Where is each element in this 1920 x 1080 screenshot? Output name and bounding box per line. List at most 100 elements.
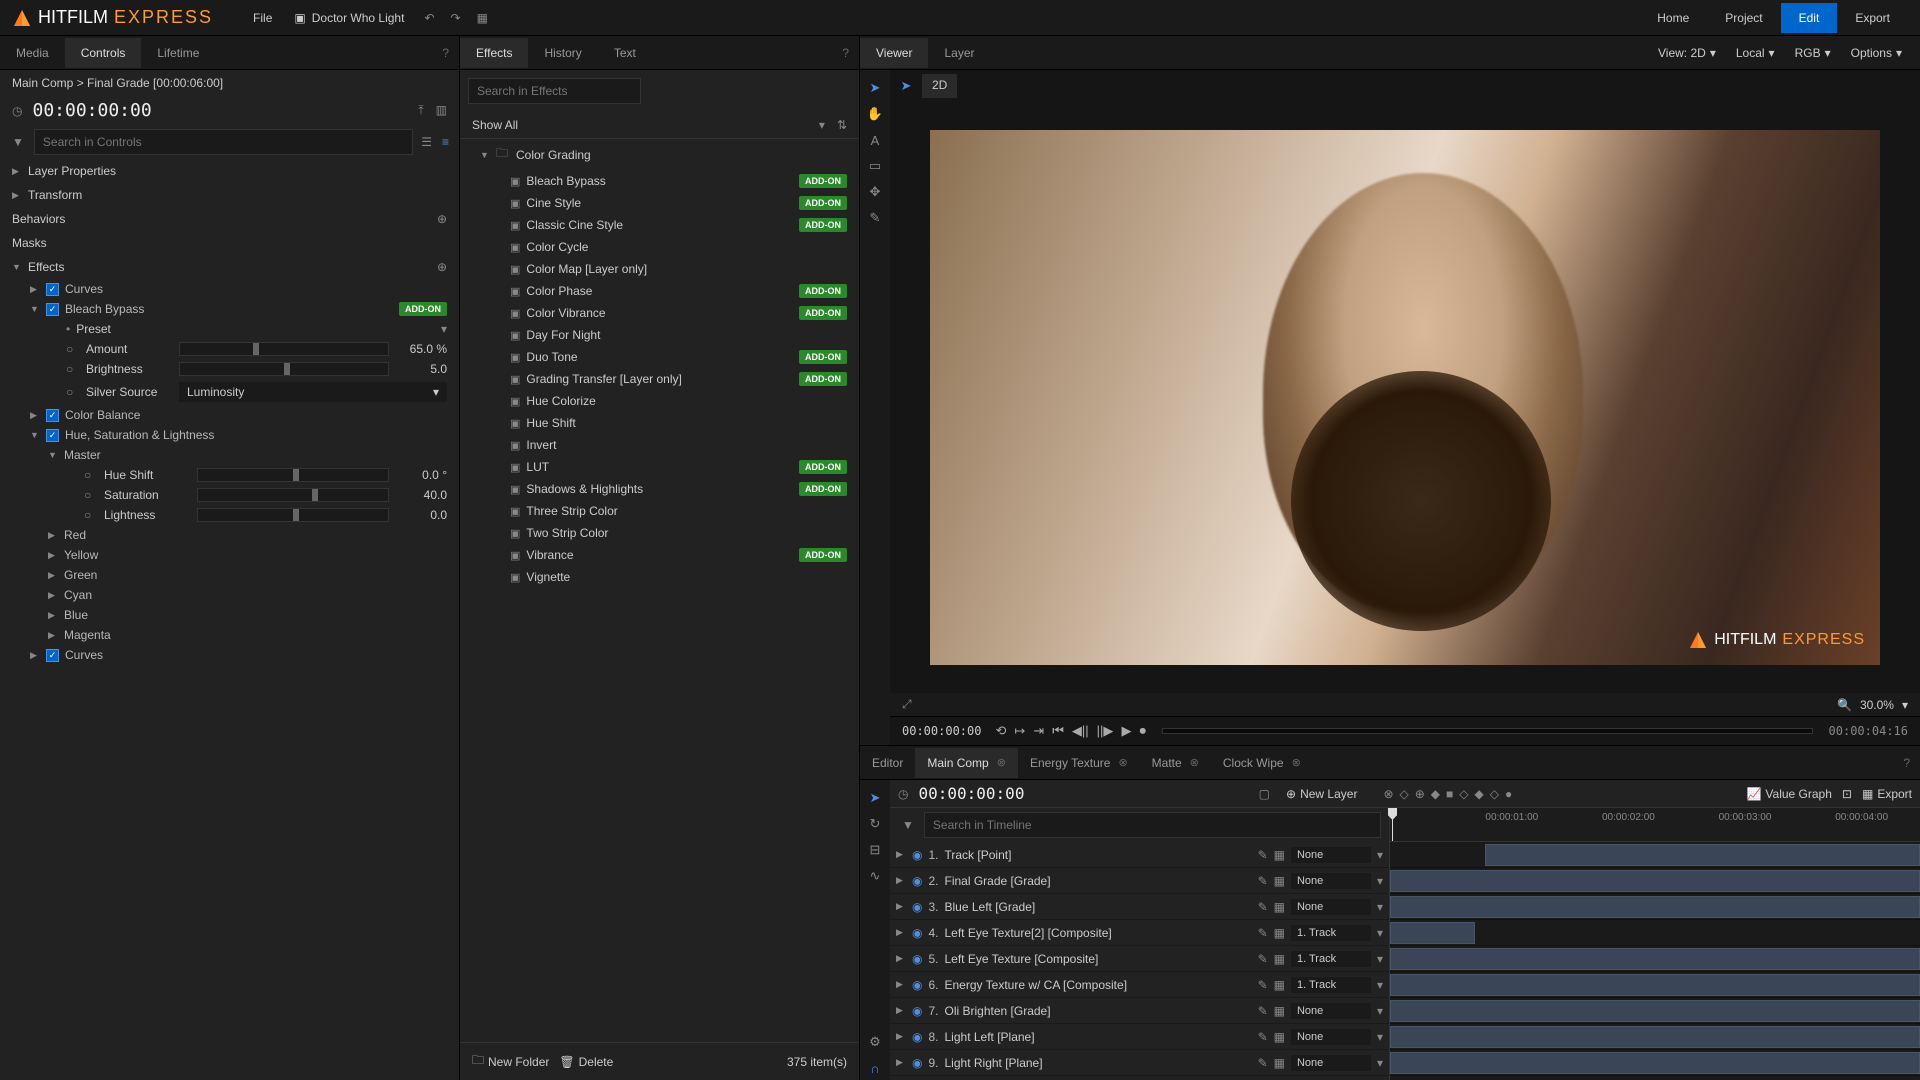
track-row[interactable]: ▶◉8.Light Left [Plane]✎▦None▾ bbox=[890, 1024, 1389, 1050]
tab-main-comp[interactable]: Main Comp⊗ bbox=[915, 748, 1018, 778]
group-effects[interactable]: ▼Effects⊕ bbox=[0, 255, 459, 279]
slice-tool-icon[interactable]: ⊟ bbox=[863, 838, 887, 862]
blend-icon[interactable]: ▦ bbox=[1274, 1004, 1285, 1018]
blend-icon[interactable]: ▦ bbox=[1274, 1056, 1285, 1070]
blend-icon[interactable]: ▦ bbox=[1274, 1030, 1285, 1044]
pencil-icon[interactable]: ✎ bbox=[1258, 952, 1268, 966]
track-mode-dropdown[interactable]: 1. Track bbox=[1291, 977, 1371, 993]
close-icon[interactable]: ⊗ bbox=[1190, 756, 1199, 769]
tab-energy-texture[interactable]: Energy Texture⊗ bbox=[1018, 748, 1140, 778]
effect-item[interactable]: ▣LUTADD-ON bbox=[460, 456, 859, 478]
hsl-yellow[interactable]: ▶Yellow bbox=[0, 545, 459, 565]
close-icon[interactable]: ⊗ bbox=[1292, 756, 1301, 769]
delete-button[interactable]: 🗑Delete bbox=[559, 1055, 613, 1069]
clip[interactable] bbox=[1390, 922, 1475, 944]
track-mode-dropdown[interactable]: None bbox=[1291, 899, 1371, 915]
group-behaviors[interactable]: Behaviors⊕ bbox=[0, 207, 459, 231]
clip[interactable] bbox=[1390, 1026, 1920, 1048]
kf-at-icon[interactable]: ◇ bbox=[1400, 787, 1409, 801]
chevron-down-icon[interactable]: ▾ bbox=[1377, 1004, 1383, 1018]
search-timeline-input[interactable] bbox=[924, 812, 1381, 838]
keyframe-icon[interactable]: ○ bbox=[66, 342, 78, 356]
zoom-level[interactable]: 30.0% bbox=[1860, 698, 1894, 712]
effect-color-balance[interactable]: ▶✓Color Balance bbox=[0, 405, 459, 425]
preset-dropdown-icon[interactable]: ▾ bbox=[441, 322, 447, 336]
view-mode-dropdown[interactable]: View: 2D▾ bbox=[1650, 43, 1724, 63]
keyframe-icon[interactable]: ○ bbox=[66, 362, 78, 376]
unlink-icon[interactable]: ⤢ bbox=[902, 697, 912, 712]
chevron-down-icon[interactable]: ▾ bbox=[1377, 952, 1383, 966]
checkbox-icon[interactable]: ✓ bbox=[46, 649, 59, 662]
group-masks[interactable]: Masks bbox=[0, 231, 459, 255]
pen-tool-icon[interactable]: ✎ bbox=[863, 206, 887, 230]
add-behavior-icon[interactable]: ⊕ bbox=[437, 212, 447, 226]
hand-tool-icon[interactable]: ↻ bbox=[863, 812, 887, 836]
filter-icon[interactable]: ▼ bbox=[8, 131, 28, 153]
eye-icon[interactable]: ◉ bbox=[912, 900, 922, 914]
timeline-ruler[interactable]: 00:00:01:00 00:00:02:00 00:00:03:00 00:0… bbox=[1390, 808, 1920, 842]
track-row[interactable]: ▶◉7.Oli Brighten [Grade]✎▦None▾ bbox=[890, 998, 1389, 1024]
pencil-icon[interactable]: ✎ bbox=[1258, 1056, 1268, 1070]
prev-frame-icon[interactable]: ⏮ bbox=[1052, 723, 1064, 739]
list-view-icon[interactable]: ☰ bbox=[419, 133, 434, 151]
tab-editor[interactable]: Editor bbox=[860, 748, 915, 778]
eye-icon[interactable]: ◉ bbox=[912, 874, 922, 888]
caret-icon[interactable]: ▶ bbox=[896, 875, 906, 886]
slider-brightness[interactable] bbox=[179, 362, 389, 376]
track-mode-dropdown[interactable]: None bbox=[1291, 873, 1371, 889]
sort-icon[interactable]: ⇅ bbox=[837, 118, 847, 132]
blend-icon[interactable]: ▦ bbox=[1274, 978, 1285, 992]
close-icon[interactable]: ⊗ bbox=[997, 756, 1006, 769]
chevron-down-icon[interactable]: ▾ bbox=[1377, 900, 1383, 914]
new-layer-button[interactable]: ⊕New Layer bbox=[1280, 785, 1363, 803]
tab-layer[interactable]: Layer bbox=[928, 38, 990, 68]
timecode[interactable]: 00:00:00:00 bbox=[32, 100, 151, 121]
undo-icon[interactable]: ↶ bbox=[424, 11, 434, 25]
track-mode-dropdown[interactable]: 1. Track bbox=[1291, 925, 1371, 941]
caret-icon[interactable]: ▶ bbox=[896, 953, 906, 964]
search-controls-input[interactable] bbox=[34, 129, 413, 155]
effect-item[interactable]: ▣Hue Colorize bbox=[460, 390, 859, 412]
effect-item[interactable]: ▣Day For Night bbox=[460, 324, 859, 346]
chevron-down-icon[interactable]: ▾ bbox=[1377, 978, 1383, 992]
chevron-down-icon[interactable]: ▾ bbox=[1377, 1030, 1383, 1044]
tab-viewer[interactable]: Viewer bbox=[860, 38, 928, 68]
step-back-icon[interactable]: ◀|| bbox=[1072, 723, 1089, 739]
blend-icon[interactable]: ▦ bbox=[1274, 900, 1285, 914]
search-effects-input[interactable] bbox=[468, 78, 641, 104]
slider-hue[interactable] bbox=[197, 468, 389, 482]
export-button[interactable]: ▦Export bbox=[1862, 787, 1912, 801]
kf-prev-icon[interactable]: ⊗ bbox=[1383, 787, 1393, 801]
focus-icon[interactable]: ⊡ bbox=[1842, 787, 1852, 801]
category-color-grading[interactable]: ▼🗀Color Grading bbox=[460, 139, 859, 170]
track-mode-dropdown[interactable]: None bbox=[1291, 1003, 1371, 1019]
pin-icon[interactable]: ⤒ bbox=[418, 103, 423, 118]
track-mode-dropdown[interactable]: None bbox=[1291, 847, 1371, 863]
redo-icon[interactable]: ↷ bbox=[451, 11, 461, 25]
track-row[interactable]: ▶◉9.Light Right [Plane]✎▦None▾ bbox=[890, 1050, 1389, 1076]
effect-curves-1[interactable]: ▶✓Curves bbox=[0, 279, 459, 299]
caret-icon[interactable]: ▶ bbox=[896, 1005, 906, 1016]
pencil-icon[interactable]: ✎ bbox=[1258, 900, 1268, 914]
gear-icon[interactable]: ⚙ bbox=[863, 1030, 887, 1054]
slider-amount[interactable] bbox=[179, 342, 389, 356]
hsl-green[interactable]: ▶Green bbox=[0, 565, 459, 585]
checkbox-icon[interactable]: ✓ bbox=[46, 283, 59, 296]
effect-item[interactable]: ▣Cine StyleADD-ON bbox=[460, 192, 859, 214]
tab-media[interactable]: Media bbox=[0, 38, 65, 68]
hsl-cyan[interactable]: ▶Cyan bbox=[0, 585, 459, 605]
select-tool-icon[interactable]: ➤ bbox=[863, 786, 887, 810]
kf-d3-icon[interactable]: ◆ bbox=[1475, 787, 1484, 801]
effect-item[interactable]: ▣Color Cycle bbox=[460, 236, 859, 258]
keyframe-icon[interactable]: ○ bbox=[84, 508, 96, 522]
zoom-dropdown-icon[interactable]: ▾ bbox=[1902, 698, 1908, 712]
project-indicator[interactable]: ▣ Doctor Who Light bbox=[294, 11, 404, 25]
pencil-icon[interactable]: ✎ bbox=[1258, 874, 1268, 888]
kf-d2-icon[interactable]: ◇ bbox=[1459, 787, 1468, 801]
filter-icon[interactable]: ▼ bbox=[898, 814, 918, 836]
tab-edit[interactable]: Edit bbox=[1781, 3, 1838, 33]
tab-project[interactable]: Project bbox=[1707, 3, 1780, 33]
select-tool-icon[interactable]: ➤ bbox=[863, 76, 887, 100]
silver-source-dropdown[interactable]: Luminosity▾ bbox=[179, 382, 447, 402]
blend-icon[interactable]: ▦ bbox=[1274, 848, 1285, 862]
